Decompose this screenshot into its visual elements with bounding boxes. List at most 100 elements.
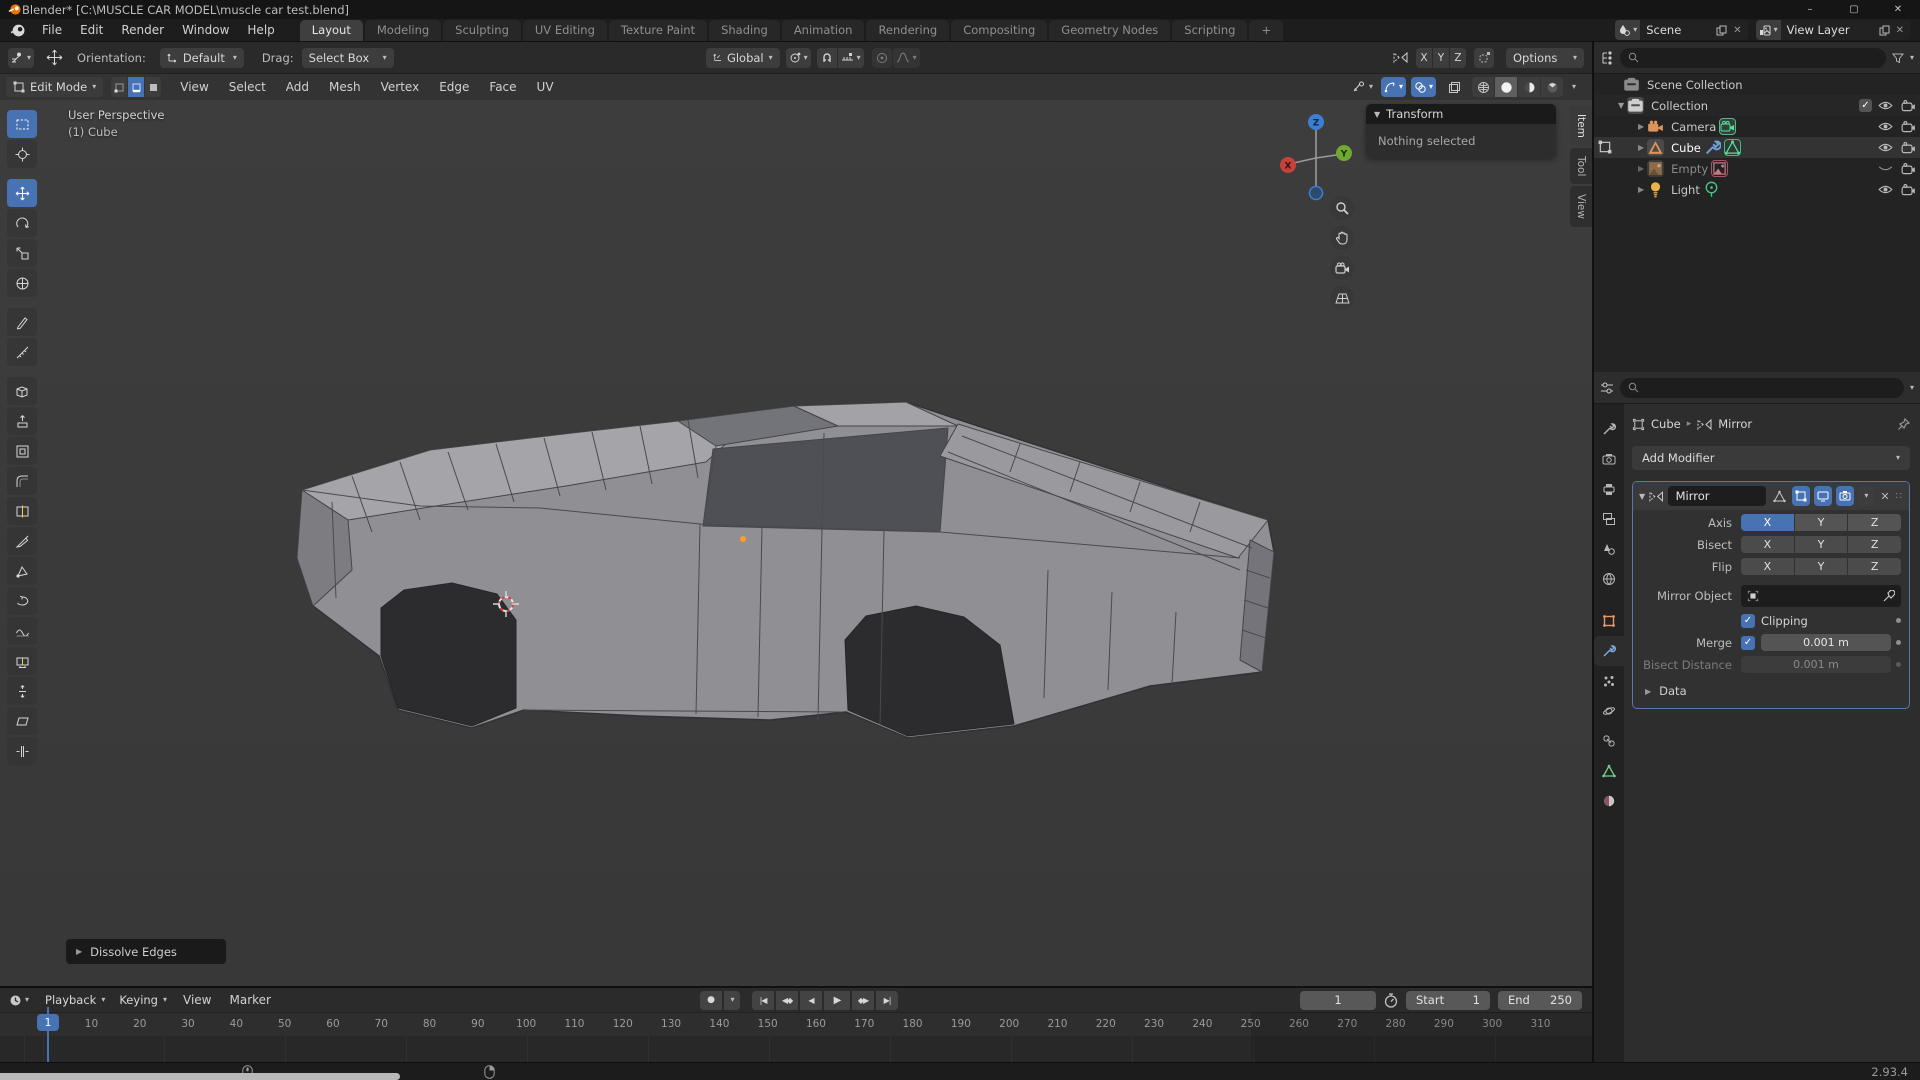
menu-edge[interactable]: Edge: [430, 80, 478, 94]
edge-select-button[interactable]: [128, 77, 144, 97]
bisect-z-button[interactable]: Z: [1848, 536, 1901, 553]
tool-measure[interactable]: [7, 338, 37, 366]
image-data-icon[interactable]: [1711, 160, 1728, 177]
end-frame-field[interactable]: End250: [1498, 991, 1582, 1010]
modifier-name-field[interactable]: Mirror: [1668, 486, 1767, 506]
properties-editor-icon[interactable]: [1600, 381, 1614, 395]
tool-add-cube[interactable]: [7, 377, 37, 405]
tool-bevel[interactable]: [7, 467, 37, 495]
tool-edge-slide[interactable]: [7, 647, 37, 675]
tab-tool[interactable]: [1594, 414, 1624, 444]
tool-select-box[interactable]: [7, 110, 37, 138]
pan-view-icon[interactable]: [1330, 226, 1354, 250]
tab-compositing[interactable]: Compositing: [951, 20, 1047, 41]
outliner-row-collection[interactable]: ▼ Collection ✓: [1594, 95, 1920, 116]
navigation-gizmo[interactable]: Z X Y: [1276, 108, 1356, 208]
show-overlays-dropdown[interactable]: ▾: [1411, 77, 1436, 97]
filter-icon[interactable]: [1892, 52, 1904, 64]
sidebar-tab-view[interactable]: View: [1570, 186, 1592, 227]
mirror-z-button[interactable]: Z: [1450, 48, 1466, 68]
breadcrumb-object[interactable]: Cube: [1651, 417, 1681, 431]
menu-add[interactable]: Add: [277, 80, 318, 94]
mode-dropdown[interactable]: Edit Mode ▾: [6, 77, 103, 97]
tool-move[interactable]: [7, 179, 37, 207]
menu-edit[interactable]: Edit: [71, 23, 112, 37]
minimize-button[interactable]: –: [1788, 0, 1832, 19]
eye-closed-icon[interactable]: [1878, 163, 1893, 174]
transform-pivot-dropdown[interactable]: Global ▾: [706, 48, 780, 68]
current-frame-badge[interactable]: 1: [37, 1014, 59, 1031]
tab-animation[interactable]: Animation: [782, 20, 865, 41]
unlink-scene-icon[interactable]: ✕: [1733, 25, 1741, 36]
mirror-object-field[interactable]: [1741, 585, 1901, 607]
menu-render[interactable]: Render: [112, 23, 173, 37]
timeline-scrollbar[interactable]: [0, 1073, 400, 1080]
render-visibility-icon[interactable]: [1901, 163, 1916, 175]
tab-uv-editing[interactable]: UV Editing: [523, 20, 607, 41]
rendered-shading-button[interactable]: [1541, 77, 1563, 97]
close-button[interactable]: ✕: [1876, 0, 1920, 19]
material-preview-button[interactable]: [1518, 77, 1540, 97]
play-button[interactable]: ▶: [824, 991, 850, 1010]
menu-marker[interactable]: Marker: [220, 993, 279, 1007]
animate-dot[interactable]: [1896, 640, 1901, 645]
drag-dropdown[interactable]: Select Box ▾: [302, 48, 394, 68]
xray-toggle[interactable]: [1444, 77, 1464, 97]
tool-knife[interactable]: [7, 527, 37, 555]
tab-object-data[interactable]: [1594, 756, 1624, 786]
axis-z-button[interactable]: Z: [1848, 514, 1901, 531]
menu-uv[interactable]: UV: [528, 80, 563, 94]
zoom-view-icon[interactable]: [1330, 196, 1354, 220]
sidebar-tab-tool[interactable]: Tool: [1570, 148, 1592, 184]
camera-data-icon[interactable]: [1719, 118, 1736, 135]
eye-icon[interactable]: [1878, 121, 1893, 132]
tool-extrude-region[interactable]: [7, 407, 37, 435]
tool-rip-region[interactable]: [7, 737, 37, 765]
menu-face[interactable]: Face: [480, 80, 525, 94]
maximize-button[interactable]: ▢: [1832, 0, 1876, 19]
tool-transform[interactable]: [7, 269, 37, 297]
eye-icon[interactable]: [1878, 100, 1893, 111]
object-visibility-dropdown[interactable]: ▾: [1349, 77, 1376, 97]
pivot-point-dropdown[interactable]: ▾: [786, 48, 811, 68]
tool-rotate[interactable]: [7, 209, 37, 237]
tab-constraints[interactable]: [1594, 726, 1624, 756]
active-tool-dropdown[interactable]: ▾: [8, 48, 34, 68]
sidebar-tab-item[interactable]: Item: [1570, 106, 1592, 146]
collapsed-icon[interactable]: ▶: [1638, 122, 1644, 131]
tab-scene[interactable]: [1594, 534, 1624, 564]
editor-type-dropdown[interactable]: ▾: [6, 990, 32, 1010]
tab-scripting[interactable]: Scripting: [1172, 20, 1247, 41]
tab-shading[interactable]: Shading: [709, 20, 780, 41]
mirror-y-button[interactable]: Y: [1433, 48, 1449, 68]
tool-loop-cut[interactable]: [7, 497, 37, 525]
outliner-row-light[interactable]: ▶ Light: [1594, 179, 1920, 200]
current-frame-field[interactable]: 1: [1300, 991, 1376, 1010]
collapsed-icon[interactable]: ▶: [1638, 143, 1644, 152]
browse-view-layer-button[interactable]: ▾: [1756, 20, 1781, 40]
tab-modeling[interactable]: Modeling: [365, 20, 441, 41]
light-data-icon[interactable]: [1703, 181, 1720, 198]
tool-cursor[interactable]: [7, 140, 37, 168]
expanded-icon[interactable]: ▼: [1639, 492, 1645, 501]
tab-output[interactable]: [1594, 474, 1624, 504]
menu-window[interactable]: Window: [173, 23, 238, 37]
tool-shear[interactable]: [7, 707, 37, 735]
blender-menu-icon[interactable]: [10, 23, 25, 38]
tab-render[interactable]: [1594, 444, 1624, 474]
menu-mesh[interactable]: Mesh: [320, 80, 370, 94]
axis-y-button[interactable]: Y: [1795, 514, 1848, 531]
toggle-perspective-icon[interactable]: [1330, 286, 1354, 310]
start-frame-field[interactable]: Start1: [1406, 991, 1490, 1010]
add-modifier-dropdown[interactable]: Add Modifier ▾: [1632, 446, 1910, 470]
animate-dot[interactable]: [1896, 618, 1901, 623]
browse-scene-button[interactable]: ▾: [1615, 20, 1640, 40]
proportional-falloff-dropdown[interactable]: ▾: [893, 48, 920, 68]
properties-search-input[interactable]: [1620, 378, 1904, 398]
transform-panel-header[interactable]: ▼ Transform: [1366, 104, 1556, 124]
tab-view-layer[interactable]: [1594, 504, 1624, 534]
next-keyframe-button[interactable]: ◆▶: [852, 991, 874, 1010]
data-subpanel[interactable]: ▶ Data: [1645, 684, 1909, 698]
vertex-select-button[interactable]: [111, 77, 127, 97]
show-gizmo-dropdown[interactable]: ▾: [1381, 77, 1406, 97]
